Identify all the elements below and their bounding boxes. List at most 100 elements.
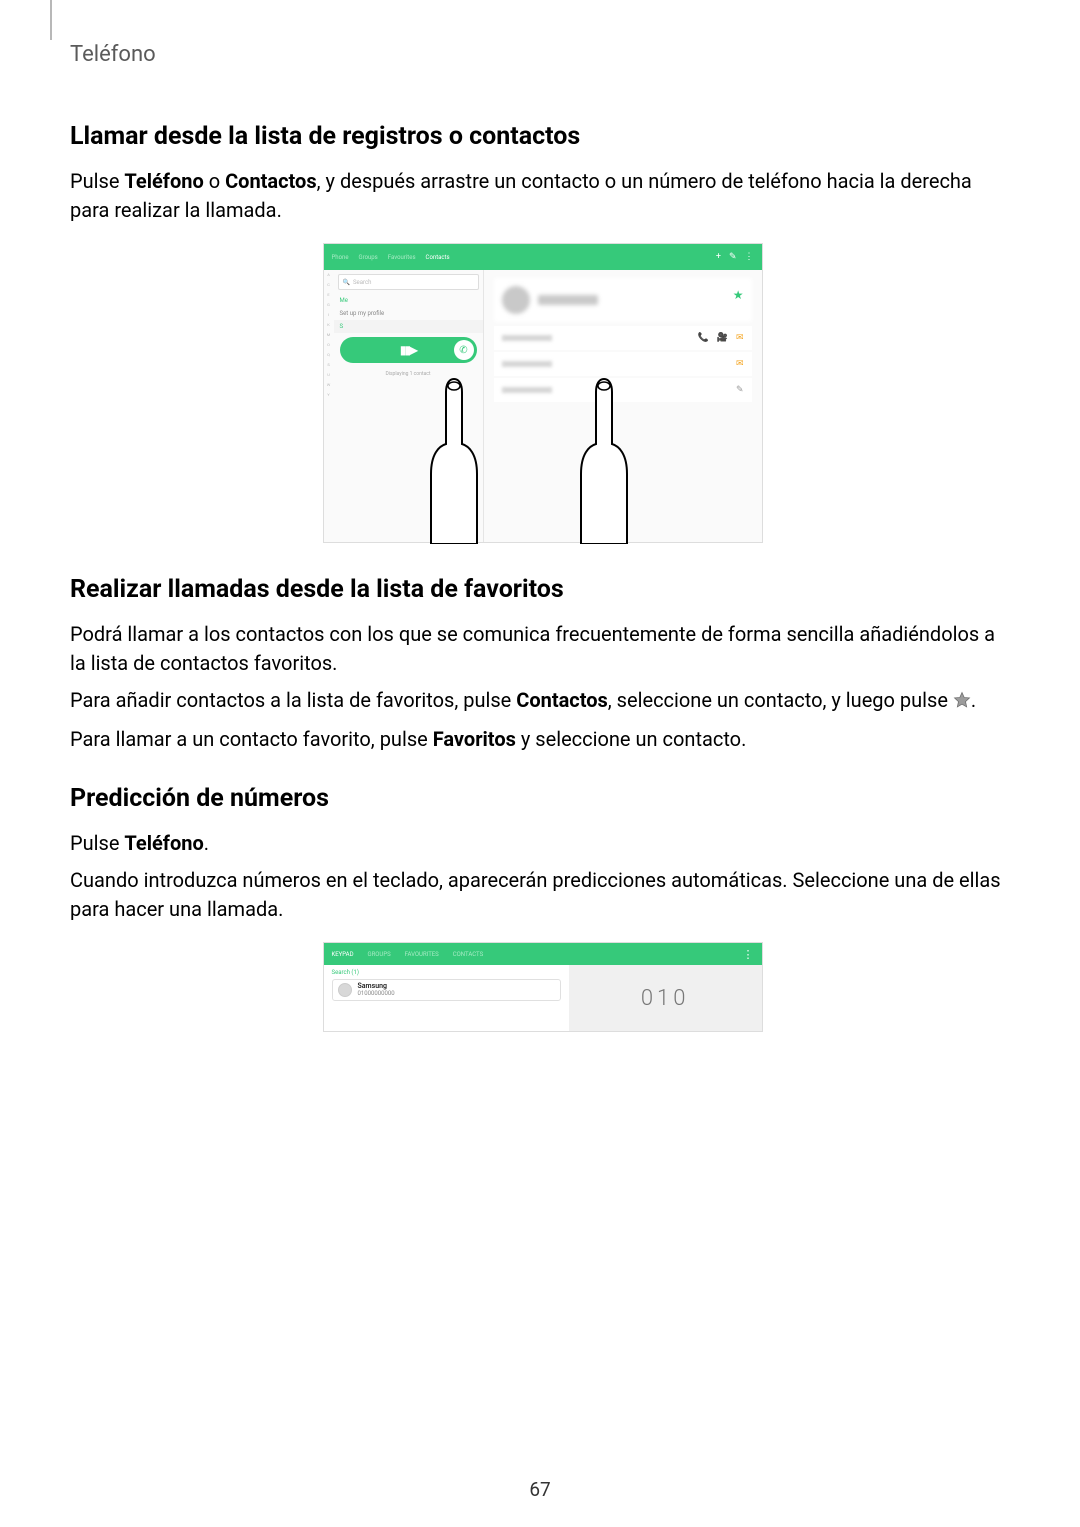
text-fragment: o (204, 169, 225, 193)
fig1-letter-header: S (334, 320, 483, 333)
az-letter[interactable]: S (327, 362, 329, 367)
fig2-tab-contacts[interactable]: CONTACTS (453, 951, 483, 958)
text-fragment: . (204, 831, 209, 855)
fig2-topbar: KEYPAD GROUPS FAVOURITES CONTACTS ⋮ (324, 943, 762, 965)
fig1-search-input[interactable]: 🔍 Search (338, 274, 479, 290)
call-icon[interactable]: 📞 (698, 333, 709, 343)
figure-number-prediction: KEYPAD GROUPS FAVOURITES CONTACTS ⋮ Sear… (323, 942, 763, 1032)
fig1-topbar: Phone Groups Favourites Contacts + ✎ ⋮ (324, 244, 762, 270)
bold-contactos: Contactos (225, 169, 317, 193)
fig1-az-index[interactable]: A C E G I K M O Q S U W Y (324, 270, 334, 542)
fig2-result-number: 01000000000 (358, 991, 395, 998)
star-icon[interactable]: ★ (733, 288, 744, 302)
heading-call-from-logs: Llamar desde la lista de registros o con… (70, 122, 1015, 151)
figure-1-wrap: Phone Groups Favourites Contacts + ✎ ⋮ A… (70, 243, 1015, 543)
az-letter[interactable]: G (327, 302, 330, 307)
figure-2-wrap: KEYPAD GROUPS FAVOURITES CONTACTS ⋮ Sear… (70, 942, 1015, 1032)
para-fav-1: Podrá llamar a los contactos con los que… (70, 620, 1015, 678)
text-fragment: Pulse (70, 831, 124, 855)
fig1-row-mobile: 📞 🎥 ✉ (494, 326, 752, 350)
more-icon[interactable]: ⋮ (745, 252, 754, 262)
bold-telefono: Teléfono (124, 169, 203, 193)
page-number: 67 (0, 1478, 1080, 1501)
plus-icon[interactable]: + (716, 252, 721, 262)
az-letter[interactable]: K (327, 322, 330, 327)
fig2-results-pane: Search (1) Samsung 01000000000 (324, 965, 569, 1031)
fig1-connected-actions: ✎ (736, 385, 744, 395)
fig1-displaying-count: Displaying 1 contact (334, 367, 483, 381)
para-pred-1: Pulse Teléfono. (70, 829, 1015, 858)
fig1-swipe-indicator[interactable]: ▮▮▶ ✆ (340, 337, 477, 363)
avatar (338, 983, 352, 997)
fig2-tab-keypad[interactable]: KEYPAD (332, 951, 354, 958)
fig2-tab-favourites[interactable]: FAVOURITES (405, 951, 439, 958)
heading-number-prediction: Predicción de números (70, 784, 1015, 813)
fig1-contact-card (494, 278, 752, 322)
fig2-prediction-result[interactable]: Samsung 01000000000 (332, 979, 561, 1001)
az-letter[interactable]: O (327, 342, 330, 347)
fig1-tab-favourites[interactable]: Favourites (388, 254, 416, 261)
message-icon[interactable]: ✉ (736, 333, 744, 343)
text-fragment: y seleccione un contacto. (516, 727, 746, 751)
fig1-row-connected: ✎ (494, 378, 752, 402)
fig2-tab-groups[interactable]: GROUPS (368, 951, 391, 958)
fig1-contact-name (538, 295, 598, 305)
bold-favoritos: Favoritos (433, 727, 516, 751)
fig2-tabs: KEYPAD GROUPS FAVOURITES CONTACTS (332, 951, 484, 958)
fig1-top-actions: + ✎ ⋮ (716, 252, 754, 262)
bold-telefono-2: Teléfono (124, 831, 203, 855)
text-fragment: Pulse (70, 169, 124, 193)
header-divider (50, 0, 52, 40)
az-letter[interactable]: M (327, 332, 331, 337)
fig1-row-email: ✉ (494, 352, 752, 376)
az-letter[interactable]: I (328, 312, 329, 317)
fig2-dialed-number[interactable]: 010 (569, 965, 762, 1031)
text-fragment: , seleccione un contacto, y luego pulse (608, 688, 953, 712)
swipe-arrow-icon: ▮▮▶ (400, 343, 416, 357)
page-content: Llamar desde la lista de registros o con… (70, 110, 1015, 1064)
video-call-icon[interactable]: 🎥 (717, 333, 728, 343)
edit-icon[interactable]: ✎ (736, 385, 744, 395)
fig1-tabs: Phone Groups Favourites Contacts (332, 254, 450, 261)
mail-icon[interactable]: ✉ (736, 359, 744, 369)
fig1-search-placeholder: Search (353, 279, 371, 286)
az-letter[interactable]: W (327, 382, 331, 387)
figure-contacts-swipe: Phone Groups Favourites Contacts + ✎ ⋮ A… (323, 243, 763, 543)
fig2-search-count: Search (1) (332, 969, 561, 976)
star-outline-icon (953, 688, 971, 717)
az-letter[interactable]: E (327, 292, 329, 297)
para-call-from-logs: Pulse Teléfono o Contactos, y después ar… (70, 167, 1015, 225)
fig1-setup-profile[interactable]: Set up my profile (334, 307, 483, 320)
search-icon: 🔍 (343, 279, 350, 286)
text-fragment: . (971, 688, 976, 712)
az-letter[interactable]: U (327, 372, 330, 377)
para-pred-2: Cuando introduzca números en el teclado,… (70, 866, 1015, 924)
fig1-tab-groups[interactable]: Groups (359, 254, 378, 261)
text-fragment: Para añadir contactos a la lista de favo… (70, 688, 516, 712)
more-icon[interactable]: ⋮ (743, 948, 754, 961)
fig1-me-label: Me (334, 294, 483, 307)
fig1-body: A C E G I K M O Q S U W Y 🔍 (324, 270, 762, 542)
fig2-body: Search (1) Samsung 01000000000 010 (324, 965, 762, 1031)
fig1-email-actions: ✉ (736, 359, 744, 369)
fig1-mobile-actions: 📞 🎥 ✉ (698, 333, 744, 343)
fig1-contact-detail: ★ 📞 🎥 ✉ ✉ (484, 270, 762, 542)
fig1-email-label (502, 361, 552, 367)
bold-contactos-2: Contactos (516, 688, 608, 712)
heading-favourites: Realizar llamadas desde la lista de favo… (70, 575, 1015, 604)
az-letter[interactable]: A (327, 272, 330, 277)
fig1-tab-phone[interactable]: Phone (332, 254, 349, 261)
header-section-label: Teléfono (70, 42, 156, 67)
para-fav-2: Para añadir contactos a la lista de favo… (70, 686, 1015, 717)
fig2-result-text: Samsung 01000000000 (358, 983, 395, 997)
az-letter[interactable]: Q (327, 352, 330, 357)
fig1-contact-list: 🔍 Search Me Set up my profile S ▮▮▶ ✆ Di… (334, 270, 484, 542)
pencil-icon[interactable]: ✎ (729, 252, 737, 262)
az-letter[interactable]: Y (327, 392, 329, 397)
para-fav-3: Para llamar a un contacto favorito, puls… (70, 725, 1015, 754)
az-letter[interactable]: C (327, 282, 330, 287)
text-fragment: Para llamar a un contacto favorito, puls… (70, 727, 433, 751)
fig1-mobile-label (502, 335, 552, 341)
fig1-tab-contacts[interactable]: Contacts (426, 254, 450, 261)
avatar (502, 286, 530, 314)
